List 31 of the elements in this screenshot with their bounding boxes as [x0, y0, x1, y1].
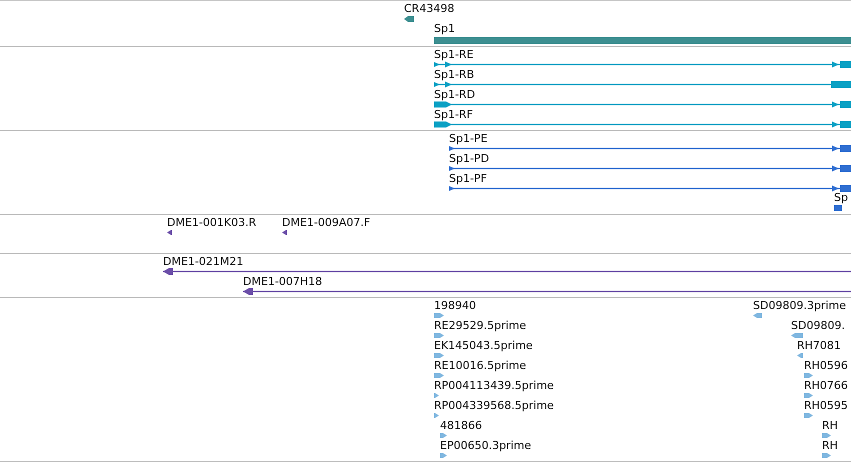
feature-label: RE29529.5prime	[434, 319, 526, 332]
feature-label: Sp1-RE	[434, 48, 474, 61]
feature-label: Sp1-PD	[449, 152, 490, 165]
feature-label: Sp1-PF	[449, 172, 487, 185]
feature-label: Sp1	[434, 22, 455, 35]
feature-label: 481866	[440, 419, 482, 432]
feature-label: EK145043.5prime	[434, 339, 533, 352]
feature-label: RE10016.5prime	[434, 359, 526, 372]
feature-label: RH7081	[797, 339, 841, 352]
exon-block	[834, 205, 842, 211]
feature-label: Sp1-RF	[434, 108, 473, 121]
feature-label: DME1-021M21	[163, 255, 244, 268]
feature-label: DME1-001K03.R	[167, 216, 256, 229]
feature-label: Sp1-PE	[449, 132, 488, 145]
feature-label: CR43498	[404, 2, 454, 15]
feature-label: RP004113439.5prime	[434, 379, 554, 392]
feature-label: Sp1-RB	[434, 68, 474, 81]
feature-label: Sp	[834, 191, 848, 204]
feature-label: EP00650.3prime	[440, 439, 532, 452]
feature-label: DME1-009A07.F	[282, 216, 370, 229]
feature-label: 198940	[434, 299, 476, 312]
feature-label: Sp1-RD	[434, 88, 476, 101]
feature-label: RH0595	[804, 399, 848, 412]
feature-label: RP004339568.5prime	[434, 399, 554, 412]
feature-label: RH0596	[804, 359, 848, 372]
feature-label: SD09809.	[791, 319, 845, 332]
feature-label: RH0766	[804, 379, 848, 392]
feature-label: DME1-007H18	[243, 275, 322, 288]
feature-label: SD09809.3prime	[753, 299, 846, 312]
feature-label: RH	[822, 419, 838, 432]
feature-label: RH	[822, 439, 838, 452]
